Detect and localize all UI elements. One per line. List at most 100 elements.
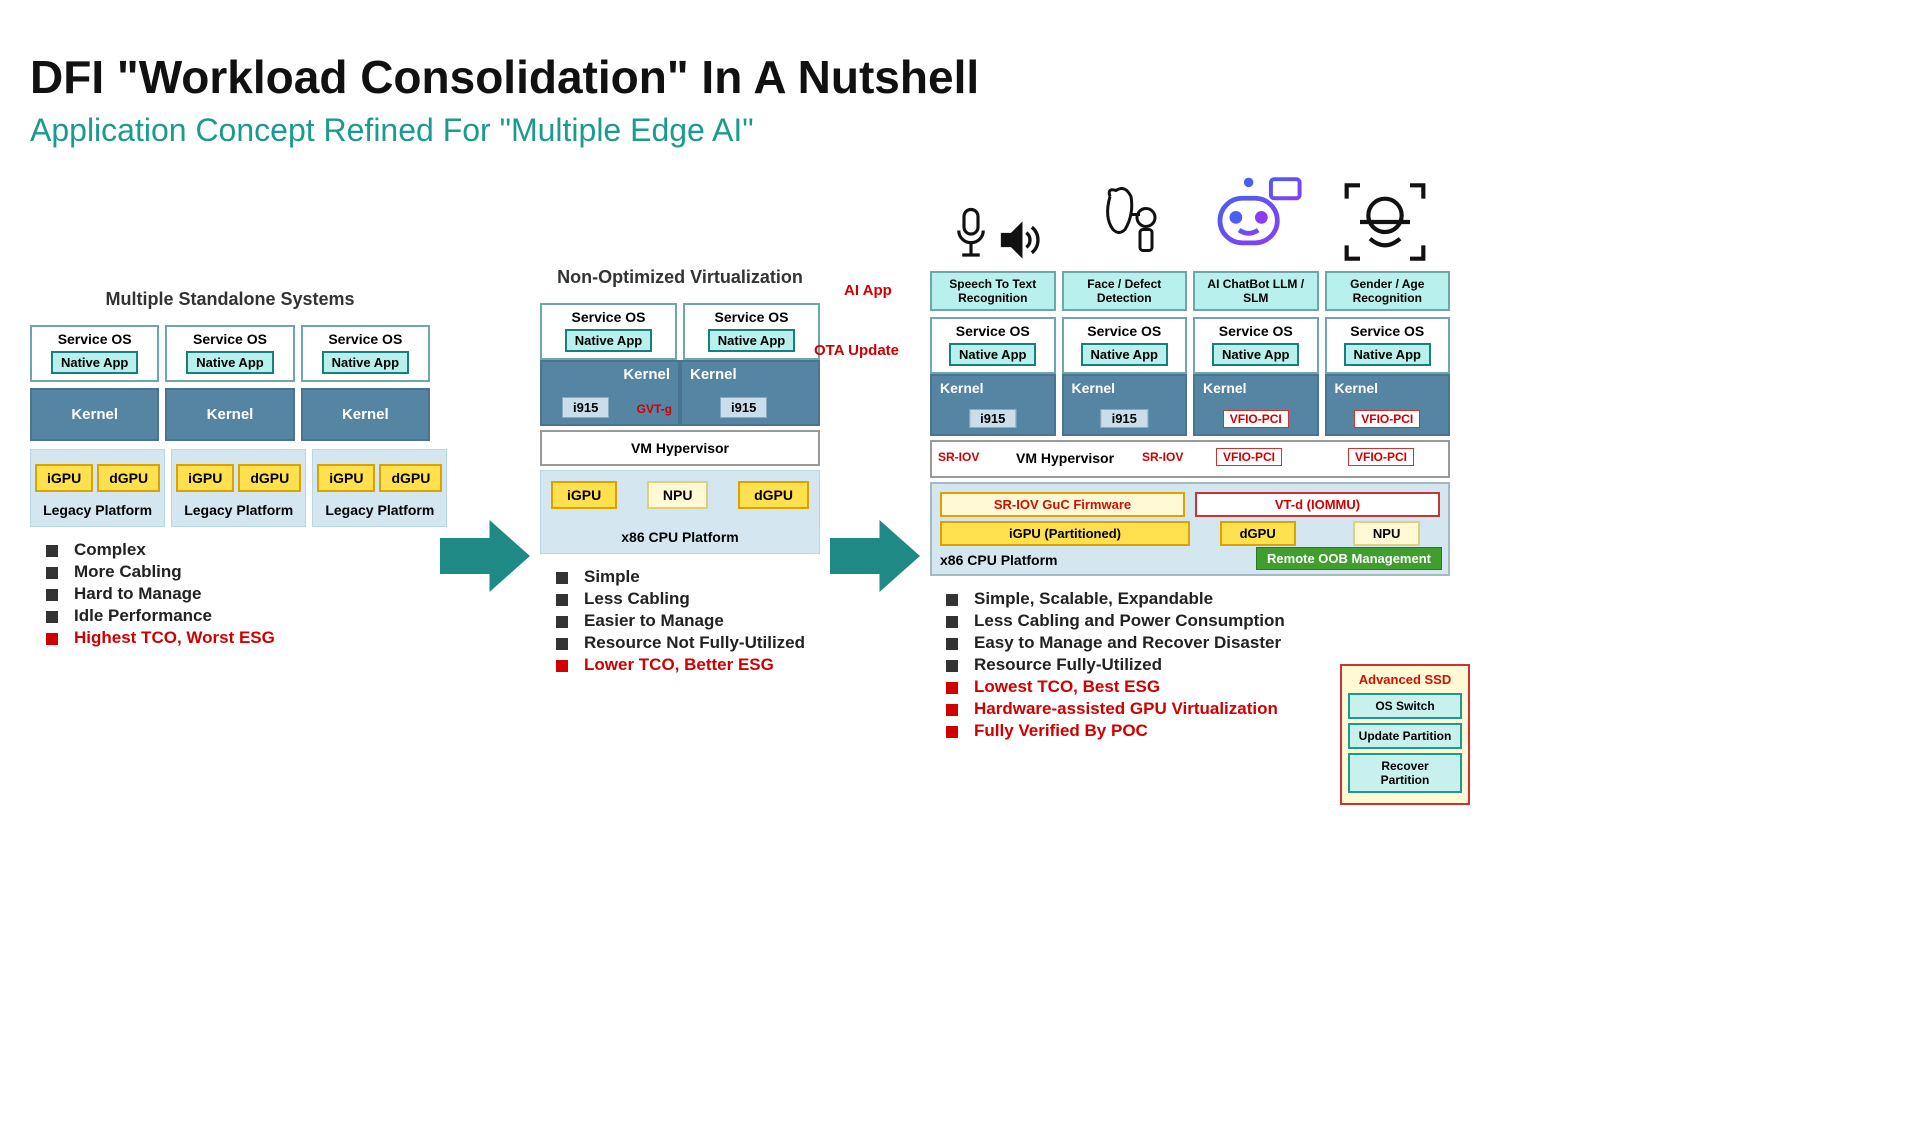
- col2-title: Non-Optimized Virtualization: [540, 267, 820, 288]
- service-os-label: Service OS: [1087, 323, 1161, 339]
- face-detect-icon: [1070, 182, 1180, 267]
- col1-platform-row: iGPUdGPU Legacy Platform iGPUdGPU Legacy…: [30, 449, 430, 527]
- service-os-box: Service OS Native App: [1325, 317, 1451, 374]
- page-title: DFI "Workload Consolidation" In A Nutshe…: [30, 50, 1890, 104]
- service-os-label: Service OS: [328, 331, 402, 347]
- bullet-item-red: Highest TCO, Worst ESG: [46, 627, 430, 649]
- igpu-box: iGPU: [35, 464, 93, 492]
- dgpu-box: dGPU: [379, 464, 442, 492]
- native-app-box: Native App: [1344, 343, 1431, 366]
- service-os-box: Service OSNative App: [540, 303, 677, 360]
- bullet-item: Resource Not Fully-Utilized: [556, 632, 820, 654]
- native-app-box: Native App: [565, 329, 652, 352]
- ai-app-box: Speech To Text Recognition: [930, 271, 1056, 311]
- i915-box: i915: [562, 397, 609, 418]
- platform-box: iGPU NPU dGPU x86 CPU Platform: [540, 470, 820, 554]
- arrow-right-icon: [440, 516, 530, 596]
- native-app-box: Native App: [51, 351, 138, 374]
- i915-box: i915: [969, 409, 1016, 428]
- kernel-box: Kernel: [301, 388, 430, 441]
- col2-service-row: Service OSNative App Service OSNative Ap…: [540, 303, 820, 360]
- kernel-box: Kernel: [165, 388, 294, 441]
- npu-box: NPU: [1353, 521, 1420, 546]
- col1-service-row: Service OSNative App Service OSNative Ap…: [30, 325, 430, 382]
- sriov-fw-box: SR-IOV GuC Firmware: [940, 492, 1185, 517]
- col1-title: Multiple Standalone Systems: [30, 289, 430, 310]
- kernel-label: Kernel: [940, 380, 984, 396]
- legacy-label: Legacy Platform: [176, 502, 301, 518]
- service-os-label: Service OS: [193, 331, 267, 347]
- i915-box: i915: [720, 397, 767, 418]
- diagram-row: Multiple Standalone Systems Service OS Na…: [30, 169, 1890, 742]
- service-os-label: Service OS: [58, 331, 132, 347]
- kernel-box: KernelVFIO-PCI: [1193, 374, 1319, 436]
- kernel-label: Kernel: [550, 366, 670, 383]
- service-os-box: Service OSNative App: [301, 325, 430, 382]
- ssd-item: OS Switch: [1348, 693, 1462, 719]
- service-os-label: Service OS: [715, 309, 789, 325]
- bullet-item: Complex: [46, 539, 430, 561]
- ai-apps-row: Speech To Text Recognition Face / Defect…: [930, 271, 1450, 311]
- ai-app-box: AI ChatBot LLM / SLM: [1193, 271, 1319, 311]
- native-app-box: Native App: [1081, 343, 1168, 366]
- i915-box: i915: [1101, 409, 1148, 428]
- ssd-item: Recover Partition: [1348, 753, 1462, 793]
- service-os-box: Service OS Native App: [1062, 317, 1188, 374]
- legacy-platform-box: iGPUdGPU Legacy Platform: [171, 449, 306, 527]
- service-os-label: Service OS: [956, 323, 1030, 339]
- ai-app-label: AI App: [844, 282, 892, 299]
- kernel-box: KernelVFIO-PCI: [1325, 374, 1451, 436]
- bullet-item: Easy to Manage and Recover Disaster: [946, 632, 1450, 654]
- kernel-box: Kernel i915: [680, 360, 820, 426]
- column-non-optimized: Non-Optimized Virtualization Service OSN…: [540, 267, 820, 676]
- npu-box: NPU: [647, 481, 709, 509]
- page-subtitle: Application Concept Refined For "Multipl…: [30, 112, 1890, 149]
- legacy-platform-box: iGPUdGPU Legacy Platform: [312, 449, 447, 527]
- platform-label: x86 CPU Platform: [551, 529, 809, 545]
- platform-box: SR-IOV GuC Firmware VT-d (IOMMU) iGPU (P…: [930, 482, 1450, 576]
- bullet-item-red: Lower TCO, Better ESG: [556, 654, 820, 676]
- vtd-box: VT-d (IOMMU): [1195, 492, 1440, 517]
- kernel-label: Kernel: [1072, 380, 1116, 396]
- vfio-box: VFIO-PCI: [1354, 410, 1420, 428]
- service-os-label: Service OS: [1350, 323, 1424, 339]
- bullet-item: Simple: [556, 566, 820, 588]
- native-app-box: Native App: [1212, 343, 1299, 366]
- service-os-box: Service OSNative App: [683, 303, 820, 360]
- bullet-item: Idle Performance: [46, 605, 430, 627]
- ssd-title: Advanced SSD: [1348, 672, 1462, 687]
- bullet-item: Simple, Scalable, Expandable: [946, 588, 1450, 610]
- legacy-label: Legacy Platform: [317, 502, 442, 518]
- hw-row: iGPU NPU dGPU: [551, 481, 809, 509]
- hypervisor-box: VM Hypervisor: [540, 430, 820, 466]
- ssd-item: Update Partition: [1348, 723, 1462, 749]
- kernel-box: Kernel i915 GVT-g: [540, 360, 680, 426]
- kernel-box: Kernel i915: [930, 374, 1056, 436]
- vfio-box: VFIO-PCI: [1216, 448, 1282, 466]
- column-standalone: Multiple Standalone Systems Service OSNa…: [30, 289, 430, 649]
- kernel-label: Kernel: [690, 366, 810, 383]
- native-app-box: Native App: [186, 351, 273, 374]
- arrow-right-icon: [830, 516, 920, 596]
- igpu-box: iGPU: [176, 464, 234, 492]
- ota-update-label: OTA Update: [814, 342, 899, 359]
- oob-box: Remote OOB Management: [1256, 547, 1442, 570]
- native-app-box: Native App: [949, 343, 1036, 366]
- legacy-platform-box: iGPUdGPU Legacy Platform: [30, 449, 165, 527]
- dgpu-box: dGPU: [1220, 521, 1296, 546]
- kernel-label: Kernel: [1203, 380, 1247, 396]
- igpu-box: iGPU: [317, 464, 375, 492]
- dgpu-box: dGPU: [238, 464, 301, 492]
- fw-row: SR-IOV GuC Firmware VT-d (IOMMU): [940, 492, 1440, 517]
- hw-row: iGPU (Partitioned) dGPU NPU: [940, 521, 1440, 546]
- kernel-box: Kernel: [30, 388, 159, 441]
- bullet-item: More Cabling: [46, 561, 430, 583]
- bullet-item: Hard to Manage: [46, 583, 430, 605]
- ai-app-box: Gender / Age Recognition: [1325, 271, 1451, 311]
- bullet-item: Less Cabling: [556, 588, 820, 610]
- ai-app-box: Face / Defect Detection: [1062, 271, 1188, 311]
- col3-service-row: Service OS Native App Service OS Native Ap…: [930, 317, 1450, 374]
- col3-kernel-row: Kerneli915 Kerneli915 KernelVFIO-PCI Ker…: [930, 374, 1450, 436]
- igpu-box: iGPU: [551, 481, 617, 509]
- col2-kernel-row: Kernel i915 GVT-g Kernel i915: [540, 360, 820, 426]
